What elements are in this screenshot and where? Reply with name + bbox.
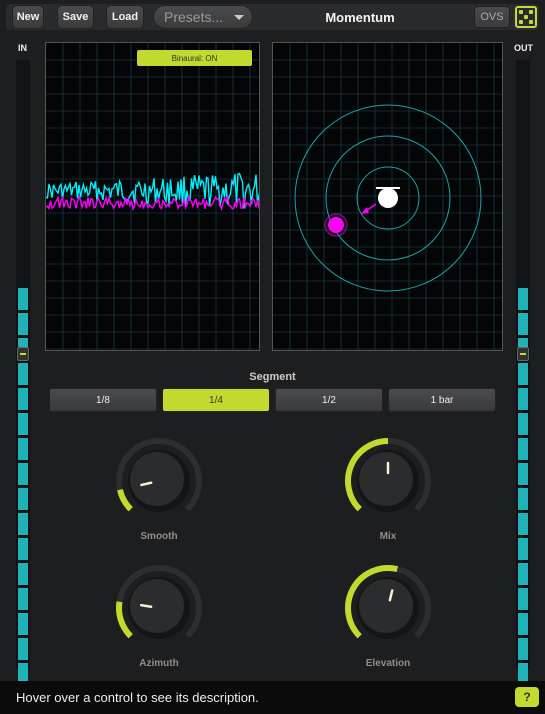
knob-body bbox=[359, 452, 413, 506]
listener-icon bbox=[378, 188, 398, 208]
meter-segment bbox=[518, 638, 528, 660]
meter-segment bbox=[518, 513, 528, 535]
elevation-knob[interactable] bbox=[338, 558, 438, 658]
plugin-window: New Save Load Presets... Momentum OVS IN… bbox=[0, 0, 545, 714]
spatial-graph bbox=[273, 43, 502, 350]
meter-segment bbox=[518, 288, 528, 310]
dice-icon[interactable] bbox=[515, 6, 537, 28]
mix-knob[interactable] bbox=[338, 431, 438, 531]
meter-segment bbox=[518, 563, 528, 585]
meter-segment bbox=[518, 538, 528, 560]
elevation-label: Elevation bbox=[365, 658, 411, 669]
meter-segment bbox=[18, 388, 28, 410]
meter-segment bbox=[18, 313, 28, 335]
meter-segment bbox=[518, 313, 528, 335]
input-gain-slider[interactable] bbox=[17, 347, 29, 361]
meter-segment bbox=[518, 438, 528, 460]
meter-segment bbox=[518, 363, 528, 385]
meter-segment bbox=[18, 638, 28, 660]
knob-body bbox=[359, 579, 413, 633]
meter-segment bbox=[518, 488, 528, 510]
waveform-line bbox=[46, 194, 259, 211]
azimuth-label: Azimuth bbox=[139, 658, 179, 669]
meter-segment bbox=[518, 463, 528, 485]
smooth-knob[interactable] bbox=[109, 431, 209, 531]
output-gain-slider[interactable] bbox=[517, 347, 529, 361]
segment-option-1-8[interactable]: 1/8 bbox=[49, 388, 157, 412]
azimuth-knob[interactable] bbox=[109, 558, 209, 658]
meter-segment bbox=[18, 538, 28, 560]
meter-segment bbox=[18, 363, 28, 385]
meter-segment bbox=[18, 588, 28, 610]
knob-body bbox=[130, 579, 184, 633]
meter-segment bbox=[18, 463, 28, 485]
segment-option-1-4[interactable]: 1/4 bbox=[162, 388, 270, 412]
output-meter bbox=[516, 60, 530, 685]
meter-segment bbox=[518, 588, 528, 610]
save-button[interactable]: Save bbox=[57, 5, 94, 29]
segment-option-1-bar[interactable]: 1 bar bbox=[388, 388, 496, 412]
meter-segment bbox=[18, 413, 28, 435]
knob-value-arc bbox=[117, 488, 133, 512]
new-button[interactable]: New bbox=[12, 5, 44, 29]
meter-segment bbox=[518, 413, 528, 435]
help-button[interactable]: ? bbox=[515, 687, 539, 707]
out-meter-label: OUT bbox=[514, 43, 533, 53]
plugin-title: Momentum bbox=[325, 9, 395, 25]
knob-body bbox=[130, 452, 184, 506]
ovs-button[interactable]: OVS bbox=[474, 6, 510, 28]
chevron-down-icon bbox=[234, 15, 244, 20]
mix-label: Mix bbox=[379, 531, 397, 542]
status-text: Hover over a control to see its descript… bbox=[16, 690, 259, 705]
meter-segment bbox=[18, 488, 28, 510]
presets-label: Presets... bbox=[164, 9, 224, 25]
in-meter-label: IN bbox=[18, 43, 27, 53]
meter-segment bbox=[18, 513, 28, 535]
binaural-toggle[interactable]: Binaural: ON bbox=[137, 50, 252, 66]
meter-segment bbox=[18, 438, 28, 460]
segment-label: Segment bbox=[249, 371, 296, 383]
input-meter bbox=[16, 60, 30, 685]
meter-segment bbox=[18, 563, 28, 585]
meter-segment bbox=[518, 613, 528, 635]
arrow-head-icon bbox=[361, 207, 369, 214]
spatial-display[interactable] bbox=[272, 42, 503, 351]
load-button[interactable]: Load bbox=[106, 5, 144, 29]
meter-segment bbox=[18, 613, 28, 635]
waveform-display bbox=[45, 42, 260, 351]
meter-segment bbox=[518, 388, 528, 410]
knob-indicator bbox=[139, 603, 153, 608]
waveform-graph bbox=[46, 43, 259, 350]
smooth-label: Smooth bbox=[140, 531, 178, 542]
meter-segment bbox=[18, 288, 28, 310]
segment-option-1-2[interactable]: 1/2 bbox=[275, 388, 383, 412]
presets-dropdown[interactable]: Presets... bbox=[153, 5, 253, 29]
source-point[interactable] bbox=[328, 217, 344, 233]
